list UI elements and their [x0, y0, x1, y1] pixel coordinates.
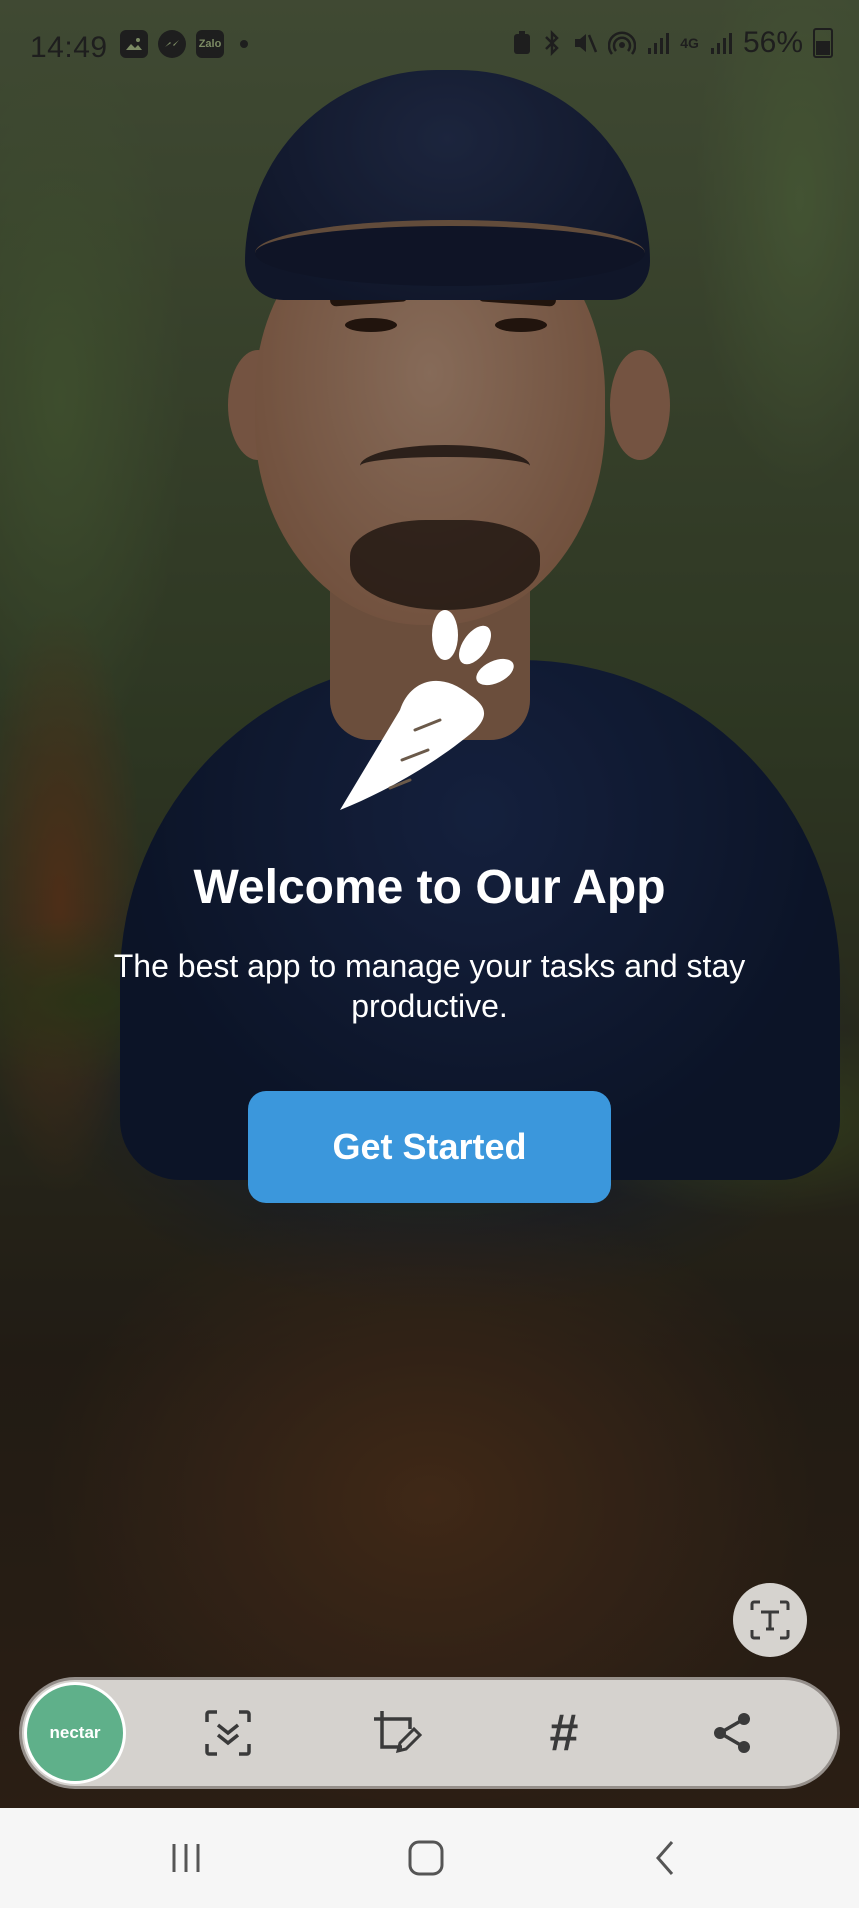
system-icons: 4G 56%	[512, 26, 833, 60]
recents-button[interactable]	[156, 1830, 216, 1886]
zalo-icon: Zalo	[196, 30, 224, 58]
battery-icon	[813, 28, 833, 58]
scroll-capture-icon	[205, 1710, 251, 1756]
recents-icon	[172, 1844, 200, 1872]
screenshot-thumbnail[interactable]: nectar	[24, 1682, 126, 1784]
notification-icons: Zalo	[120, 30, 248, 58]
scroll-capture-button[interactable]	[198, 1703, 258, 1763]
carrot-logo	[340, 610, 514, 810]
thumbnail-label: nectar	[49, 1723, 101, 1742]
back-button[interactable]	[636, 1830, 696, 1886]
status-bar: 14:49 Zalo 4G 56%	[0, 20, 859, 76]
mute-icon	[575, 34, 598, 53]
hashtag-icon: #	[549, 1704, 579, 1762]
share-icon	[714, 1713, 750, 1753]
battery-percent: 56%	[742, 26, 803, 59]
screenshot-toolbar: nectar #	[22, 1680, 837, 1786]
share-button[interactable]	[702, 1703, 762, 1763]
get-started-button[interactable]: Get Started	[248, 1091, 611, 1203]
text-extract-button[interactable]	[733, 1583, 807, 1657]
page-subtitle: The best app to manage your tasks and st…	[113, 948, 746, 1024]
signal-icon-2	[710, 33, 732, 54]
data-4g-icon: 4G	[680, 35, 699, 51]
hotspot-icon	[608, 31, 637, 55]
bluetooth-icon	[545, 30, 560, 56]
hashtag-button[interactable]: #	[534, 1703, 594, 1763]
dot-icon	[240, 40, 248, 48]
messenger-icon	[158, 30, 186, 58]
home-icon	[408, 1840, 444, 1876]
signal-icon	[648, 33, 670, 54]
page-title: Welcome to Our App	[193, 861, 666, 914]
crop-edit-button[interactable]	[366, 1703, 426, 1763]
navigation-bar	[0, 1808, 859, 1908]
battery-saver-icon	[514, 31, 531, 54]
back-icon	[656, 1841, 674, 1875]
home-button[interactable]	[396, 1830, 456, 1886]
crop-edit-icon	[374, 1711, 422, 1754]
status-time: 14:49	[30, 31, 108, 64]
gallery-icon	[120, 30, 148, 58]
text-extract-icon	[750, 1600, 790, 1640]
